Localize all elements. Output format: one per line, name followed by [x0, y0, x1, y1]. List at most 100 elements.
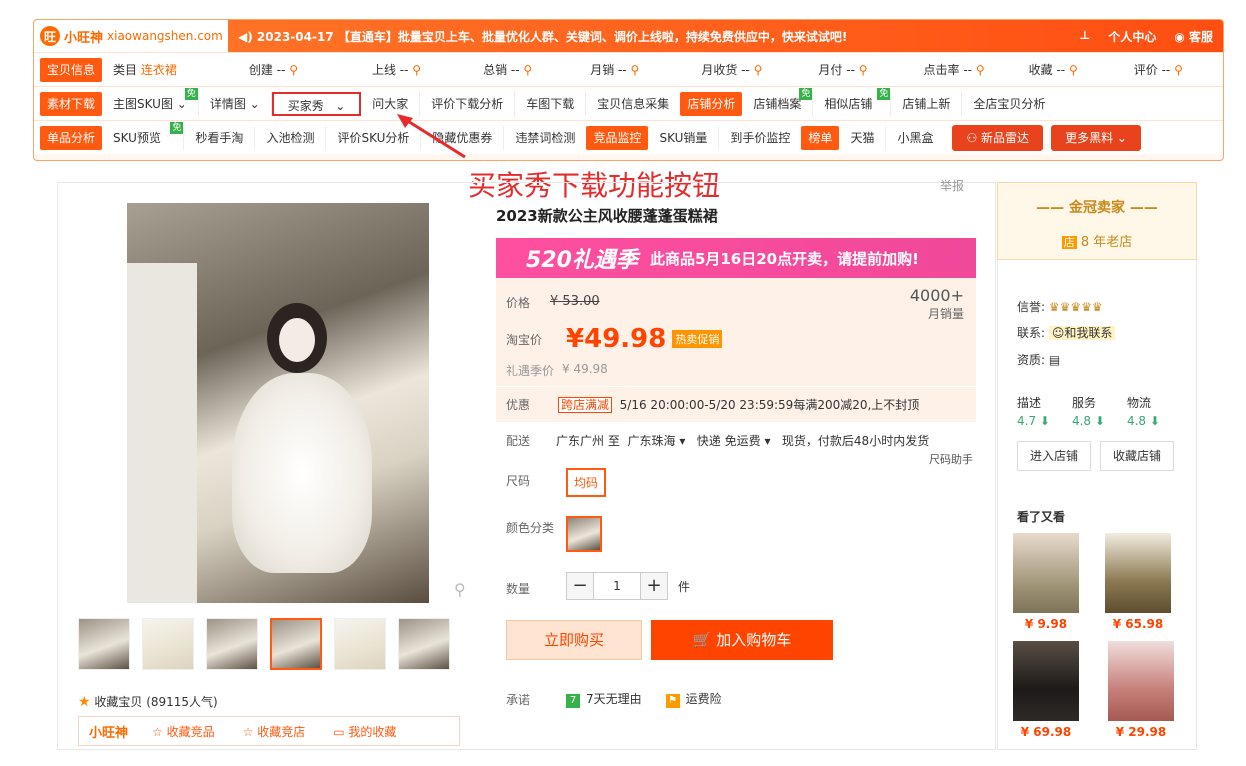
shop-profile[interactable]: 店铺档案免 [742, 87, 814, 116]
qualification-row: 资质: ▤ [1017, 353, 1061, 367]
credit-row: 信誉: ♛♛♛♛♛ [1017, 300, 1103, 314]
annotation-arrow-icon [397, 114, 466, 159]
speaker-icon: ◀) [238, 29, 253, 44]
recommend-item[interactable]: ¥ 69.98 [1013, 641, 1079, 739]
notice-text[interactable]: ◀) 2023-04-17 【直通车】批量宝贝上车、批量优化人群、关键词、调价上… [228, 28, 1079, 45]
toolbar-row-single-analysis: 单品分析 SKU预览免 秒看手淘 入池检测 评价SKU分析 隐藏优惠券 违禁词检… [34, 120, 1223, 154]
pool-check[interactable]: 入池检测 [255, 125, 327, 150]
toolbar-row-material: 素材下载 主图SKU图 ⌄ 免 详情图 ⌄ 买家秀 ⌄ 问大家 评价下载分析 车图… [34, 86, 1223, 120]
search-icon: ⚲ [1068, 62, 1078, 77]
tag-rankings[interactable]: 榜单 [801, 125, 840, 150]
more-link[interactable]: 更多 [1218, 58, 1223, 82]
rank-tmall[interactable]: 天猫 [839, 125, 887, 150]
stat-reviews[interactable]: 评价 -- ⚲ [1123, 58, 1194, 82]
favorite-product[interactable]: ★ 收藏宝贝 (89115人气) [78, 693, 218, 710]
logo-icon: 旺 [40, 26, 60, 46]
thumbnail[interactable] [78, 618, 130, 670]
crown-icon: ♛♛♛♛♛ [1048, 300, 1103, 314]
service-link[interactable]: ◉ 客服 [1174, 28, 1213, 45]
rank-black-box[interactable]: 小黑盒 [886, 126, 944, 150]
ship-method[interactable]: 快递 免运费 ▾ [697, 434, 771, 448]
stat-favorites[interactable]: 收藏 -- ⚲ [1018, 58, 1089, 82]
stat-monthly-paid[interactable]: 月付 -- ⚲ [807, 58, 878, 82]
stat-total-sales[interactable]: 总销 -- ⚲ [472, 58, 543, 82]
recommend-item[interactable]: ¥ 9.98 [1013, 533, 1079, 631]
add-to-cart-button[interactable]: 🛒 加入购物车 [651, 620, 833, 660]
thumbnail[interactable] [334, 618, 386, 670]
plugin-logo-small[interactable]: 小旺神 [79, 722, 138, 741]
recommend-item[interactable]: ¥ 65.98 [1105, 533, 1171, 631]
product-main-image[interactable] [127, 203, 429, 603]
shop-new[interactable]: 店铺上新 [891, 91, 963, 116]
hot-sale-tag: 热卖促销 [672, 330, 723, 348]
buyer-show-button[interactable]: 买家秀 ⌄ [271, 91, 362, 116]
search-icon: ⚲ [289, 62, 298, 77]
similar-shops[interactable]: 相似店铺免 [813, 87, 892, 116]
enter-shop-button[interactable]: 进入店铺 [1017, 441, 1092, 471]
discount-row: 优惠 跨店满减 5/16 20:00:00-5/20 23:59:59每满200… [496, 386, 976, 422]
report-link[interactable]: 举报 [940, 177, 964, 194]
stat-ctr[interactable]: 点击率 -- ⚲ [913, 58, 996, 82]
more-info-button[interactable]: 更多黑料 ⌄ [1051, 124, 1141, 151]
recommend-item[interactable]: ¥ 29.98 [1108, 641, 1174, 739]
quick-view[interactable]: 秒看手淘 [184, 125, 256, 150]
seven-day-icon: 7 [566, 694, 580, 708]
search-icon: ⚲ [858, 62, 868, 77]
stat-created[interactable]: 创建 -- ⚲ [238, 58, 309, 82]
stat-monthly-received[interactable]: 月收货 -- ⚲ [690, 58, 773, 82]
size-helper-link[interactable]: 尺码助手 [929, 451, 973, 467]
sku-preview[interactable]: SKU预览免 [102, 121, 185, 150]
qty-plus-button[interactable]: + [640, 572, 668, 600]
new-product-radar-button[interactable]: ⚇ 新品雷达 [952, 124, 1044, 151]
contact-row: 联系: ☺和我联系 [1017, 324, 1116, 341]
plugin-toolbar: 旺 小旺神 xiaowangshen.com ◀) 2023-04-17 【直通… [33, 19, 1224, 161]
stat-online[interactable]: 上线 -- ⚲ [361, 58, 432, 82]
thumbnail[interactable] [142, 618, 194, 670]
plugin-logo[interactable]: 旺 小旺神 xiaowangshen.com [34, 20, 228, 52]
search-icon: ⚲ [630, 62, 640, 77]
detail-image[interactable]: 详情图 ⌄ [199, 91, 272, 116]
category: 类目 连衣裙 [113, 62, 177, 77]
price-monitor[interactable]: 到手价监控 [719, 126, 801, 150]
tag-single-analysis[interactable]: 单品分析 [40, 125, 103, 150]
tag-competitor-monitor[interactable]: 竞品监控 [586, 125, 649, 150]
thumbnail-strip [78, 618, 450, 670]
tag-material-download[interactable]: 素材下载 [40, 91, 103, 116]
size-option[interactable]: 均码 [566, 468, 607, 497]
product-info-collect[interactable]: 宝贝信息采集 [586, 92, 680, 116]
promo-banner: 520礼遇季 此商品5月16日20点开卖，请提前加购! [496, 238, 976, 278]
tag-product-info[interactable]: 宝贝信息 [40, 57, 103, 82]
thumbnail[interactable] [206, 618, 258, 670]
sku-sales[interactable]: SKU销量 [648, 125, 720, 150]
my-favorites[interactable]: ▭ 我的收藏 [319, 723, 410, 740]
buy-now-button[interactable]: 立即购买 [506, 620, 642, 660]
color-option[interactable] [566, 516, 602, 552]
zoom-icon[interactable]: ⚲ [454, 580, 466, 599]
stat-monthly-sales[interactable]: 月销 -- ⚲ [579, 58, 650, 82]
original-price: ¥ 53.00 [550, 294, 600, 309]
all-products-analysis[interactable]: 全店宝贝分析 [962, 92, 1056, 116]
pin-icon[interactable]: ⊥ [1079, 28, 1090, 45]
personal-center-link[interactable]: 个人中心 [1108, 28, 1156, 45]
fav-competitor-shop[interactable]: ☆ 收藏竞店 [229, 723, 320, 740]
license-icon[interactable]: ▤ [1049, 353, 1060, 367]
ship-destination[interactable]: 广东珠海 ▾ [627, 434, 685, 448]
qty-input[interactable]: 1 [594, 572, 640, 600]
car-image-download[interactable]: 车图下载 [515, 91, 587, 116]
search-icon: ⚲ [753, 62, 763, 77]
season-price: ¥ 49.98 [562, 362, 608, 376]
thumbnail-selected[interactable] [270, 618, 322, 670]
fav-competitor-product[interactable]: ☆ 收藏竞品 [138, 723, 229, 740]
main-sku-image[interactable]: 主图SKU图 ⌄ 免 [102, 87, 199, 116]
thumbnail[interactable] [398, 618, 450, 670]
tag-shop-analysis[interactable]: 店铺分析 [680, 91, 743, 116]
contact-seller-button[interactable]: ☺和我联系 [1048, 326, 1116, 340]
favorite-shop-button[interactable]: 收藏店铺 [1100, 441, 1175, 471]
taobao-price: ¥49.98 [566, 324, 667, 354]
logo-name: 小旺神 [64, 30, 104, 46]
qty-minus-button[interactable]: − [566, 572, 594, 600]
toolbar-row-product-info: 宝贝信息 类目 连衣裙 创建 -- ⚲ 上线 -- ⚲ 总销 -- ⚲ 月销 -… [34, 52, 1223, 86]
banned-word-check[interactable]: 违禁词检测 [504, 126, 586, 150]
size-label: 尺码 [506, 474, 531, 488]
star-icon: ★ [78, 694, 91, 710]
